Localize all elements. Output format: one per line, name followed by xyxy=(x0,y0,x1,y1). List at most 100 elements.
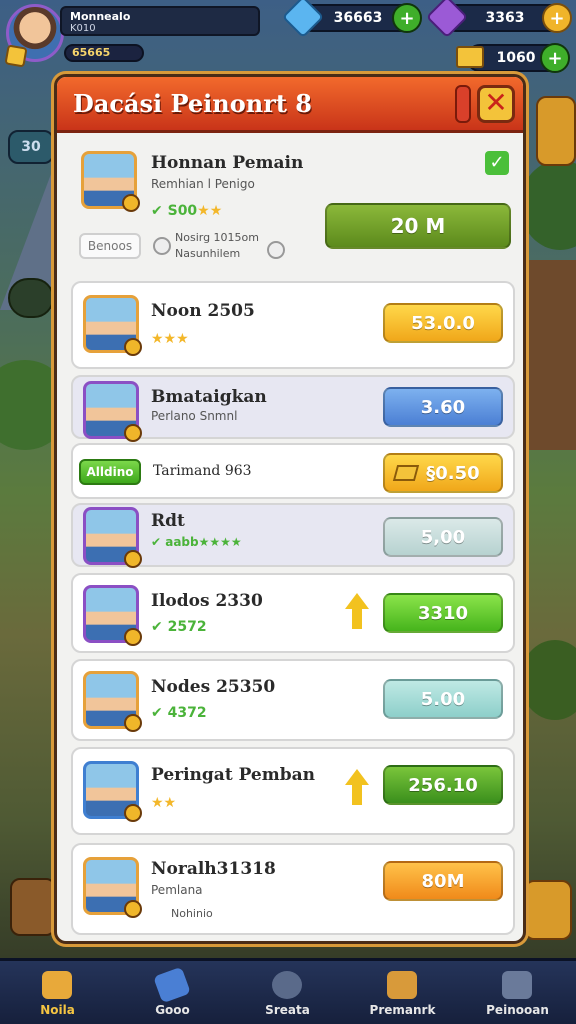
featured-desc-line1: Nosirg 1015om xyxy=(175,231,259,244)
ranking-row[interactable]: Rdt ✔ aabb★★★★ 5,00 xyxy=(71,503,515,568)
nav-guild[interactable]: Gooo xyxy=(115,961,230,1024)
rank-badge-icon xyxy=(124,714,142,732)
player-sub: Perlano Snmnl xyxy=(151,409,238,423)
ranking-row[interactable]: Alldino Tarimand 963 §0.50 xyxy=(71,443,515,499)
ranking-row[interactable]: Noon 2505 ★★★ 53.0.0 xyxy=(71,281,515,369)
gold-bar-icon xyxy=(392,465,420,481)
rank-up-arrow-stem xyxy=(352,609,362,629)
resource-purple-gems[interactable]: 3363 + xyxy=(425,0,572,39)
reward-button[interactable]: 5.00 xyxy=(383,679,503,719)
top-bar: Monnealo K010 65665 36663 + 3363 + 1060 … xyxy=(0,0,576,73)
xp-bar: 65665 xyxy=(64,44,144,62)
rank-badge-icon xyxy=(124,900,142,918)
featured-tag[interactable]: Benoos xyxy=(79,233,141,259)
info-button[interactable] xyxy=(455,85,471,123)
reward-button[interactable]: 53.0.0 xyxy=(383,303,503,343)
player-portrait xyxy=(83,761,142,822)
gold-value: 1060 xyxy=(496,50,536,66)
featured-stars-prefix: ✔ S00 xyxy=(151,203,198,219)
player-name: Bmataigkan xyxy=(151,387,267,407)
player-name: Tarimand 963 xyxy=(153,463,252,479)
close-button[interactable]: ✕ xyxy=(477,85,515,123)
player-portrait xyxy=(83,585,142,646)
modal-header: Dacási Peinonrt 8 ✕ xyxy=(57,77,523,133)
rank-up-arrow-icon xyxy=(345,769,369,785)
ranking-row[interactable]: Ilodos 2330 ✔ 2572 3310 xyxy=(71,573,515,653)
purple-gem-icon xyxy=(425,0,469,39)
shield-icon xyxy=(153,966,191,1004)
featured-player-stars: ✔ S00★★ xyxy=(151,203,222,219)
side-event-button[interactable] xyxy=(536,96,576,166)
nav-label: Peinooan xyxy=(486,1003,549,1017)
add-gold-button[interactable]: + xyxy=(540,43,570,73)
info-circle-icon xyxy=(153,237,171,255)
player-name-panel[interactable]: Monnealo K010 xyxy=(60,6,260,36)
reward-button[interactable]: 3310 xyxy=(383,593,503,633)
featured-player-name: Honnan Pemain xyxy=(151,153,304,173)
gold-bar-icon xyxy=(456,46,484,68)
player-portrait xyxy=(83,507,142,568)
nav-home[interactable]: Noila xyxy=(0,961,115,1024)
player-portrait xyxy=(83,295,142,356)
reward-button[interactable]: 5,00 xyxy=(383,517,503,557)
player-stars: ★★★ xyxy=(151,331,189,347)
add-blue-gems-button[interactable]: + xyxy=(392,3,422,33)
player-stars: ✔ aabb★★★★ xyxy=(151,535,242,549)
ranking-row[interactable]: Bmataigkan Perlano Snmnl 3.60 xyxy=(71,375,515,442)
featured-value-button[interactable]: 20 M xyxy=(325,203,511,249)
bag-icon xyxy=(502,971,532,999)
at-icon xyxy=(267,241,285,259)
player-portrait xyxy=(83,671,142,732)
star-chest-icon xyxy=(42,971,72,999)
player-stars: ✔ 2572 xyxy=(151,619,207,635)
blue-gem-icon xyxy=(281,0,325,39)
gear-icon xyxy=(272,971,302,999)
reward-button[interactable]: 256.10 xyxy=(383,765,503,805)
rank-badge-icon xyxy=(124,550,142,568)
player-portrait xyxy=(83,381,142,442)
rank-badge-icon xyxy=(124,424,142,442)
player-tag: Alldino xyxy=(79,459,141,485)
side-quest-button[interactable] xyxy=(8,278,54,318)
player-desc: Nohinio xyxy=(171,907,213,920)
player-sub: Pemlana xyxy=(151,883,203,897)
player-name: Rdt xyxy=(151,511,185,531)
purple-gem-value: 3363 xyxy=(485,10,525,26)
add-purple-gems-button[interactable]: + xyxy=(542,3,572,33)
bottom-navigation: Noila Gooo Sreata Premanrk Peinooan xyxy=(0,958,576,1024)
ranking-row[interactable]: Nodes 25350 ✔ 4372 5.00 xyxy=(71,659,515,741)
side-chest-button[interactable] xyxy=(10,878,56,936)
featured-player-card: Honnan Pemain Remhian l Penigo ✔ S00★★ ✓… xyxy=(71,141,515,271)
rank-badge-icon xyxy=(124,628,142,646)
player-name: Nodes 25350 xyxy=(151,677,276,697)
resource-gold[interactable]: 1060 + xyxy=(456,43,570,73)
nav-label: Premanrk xyxy=(369,1003,436,1017)
check-icon[interactable]: ✓ xyxy=(485,151,509,175)
player-stars: ✔ 4372 xyxy=(151,705,207,721)
featured-desc-line2: Nasunhilem xyxy=(175,247,241,260)
ranking-row[interactable]: Peringat Pemban ★★ 256.10 xyxy=(71,747,515,835)
player-name: Noon 2505 xyxy=(151,301,255,321)
nav-inventory[interactable]: Peinooan xyxy=(460,961,575,1024)
player-portrait xyxy=(83,857,142,918)
nav-rewards[interactable]: Premanrk xyxy=(345,961,460,1024)
featured-player-portrait[interactable] xyxy=(81,151,140,212)
player-name: Ilodos 2330 xyxy=(151,591,263,611)
resource-blue-gems[interactable]: 36663 + xyxy=(281,0,422,39)
reward-button[interactable]: 80M xyxy=(383,861,503,901)
nav-label: Noila xyxy=(40,1003,75,1017)
reward-button[interactable]: §0.50 xyxy=(383,453,503,493)
treasure-icon xyxy=(387,971,417,999)
rank-badge-icon xyxy=(124,338,142,356)
side-puzzle-button[interactable] xyxy=(524,880,572,940)
player-name: Noralh31318 xyxy=(151,859,276,879)
modal-title: Dacási Peinonrt 8 xyxy=(73,89,312,118)
xp-value: 65665 xyxy=(72,46,111,59)
rank-up-arrow-stem xyxy=(352,785,362,805)
rank-badge-icon xyxy=(124,804,142,822)
side-mail-button[interactable]: 30 xyxy=(8,130,54,164)
ranking-row[interactable]: Noralh31318 Pemlana Nohinio 80M xyxy=(71,843,515,935)
reward-button[interactable]: 3.60 xyxy=(383,387,503,427)
featured-stars: ★★ xyxy=(197,203,223,219)
nav-settings[interactable]: Sreata xyxy=(230,961,345,1024)
